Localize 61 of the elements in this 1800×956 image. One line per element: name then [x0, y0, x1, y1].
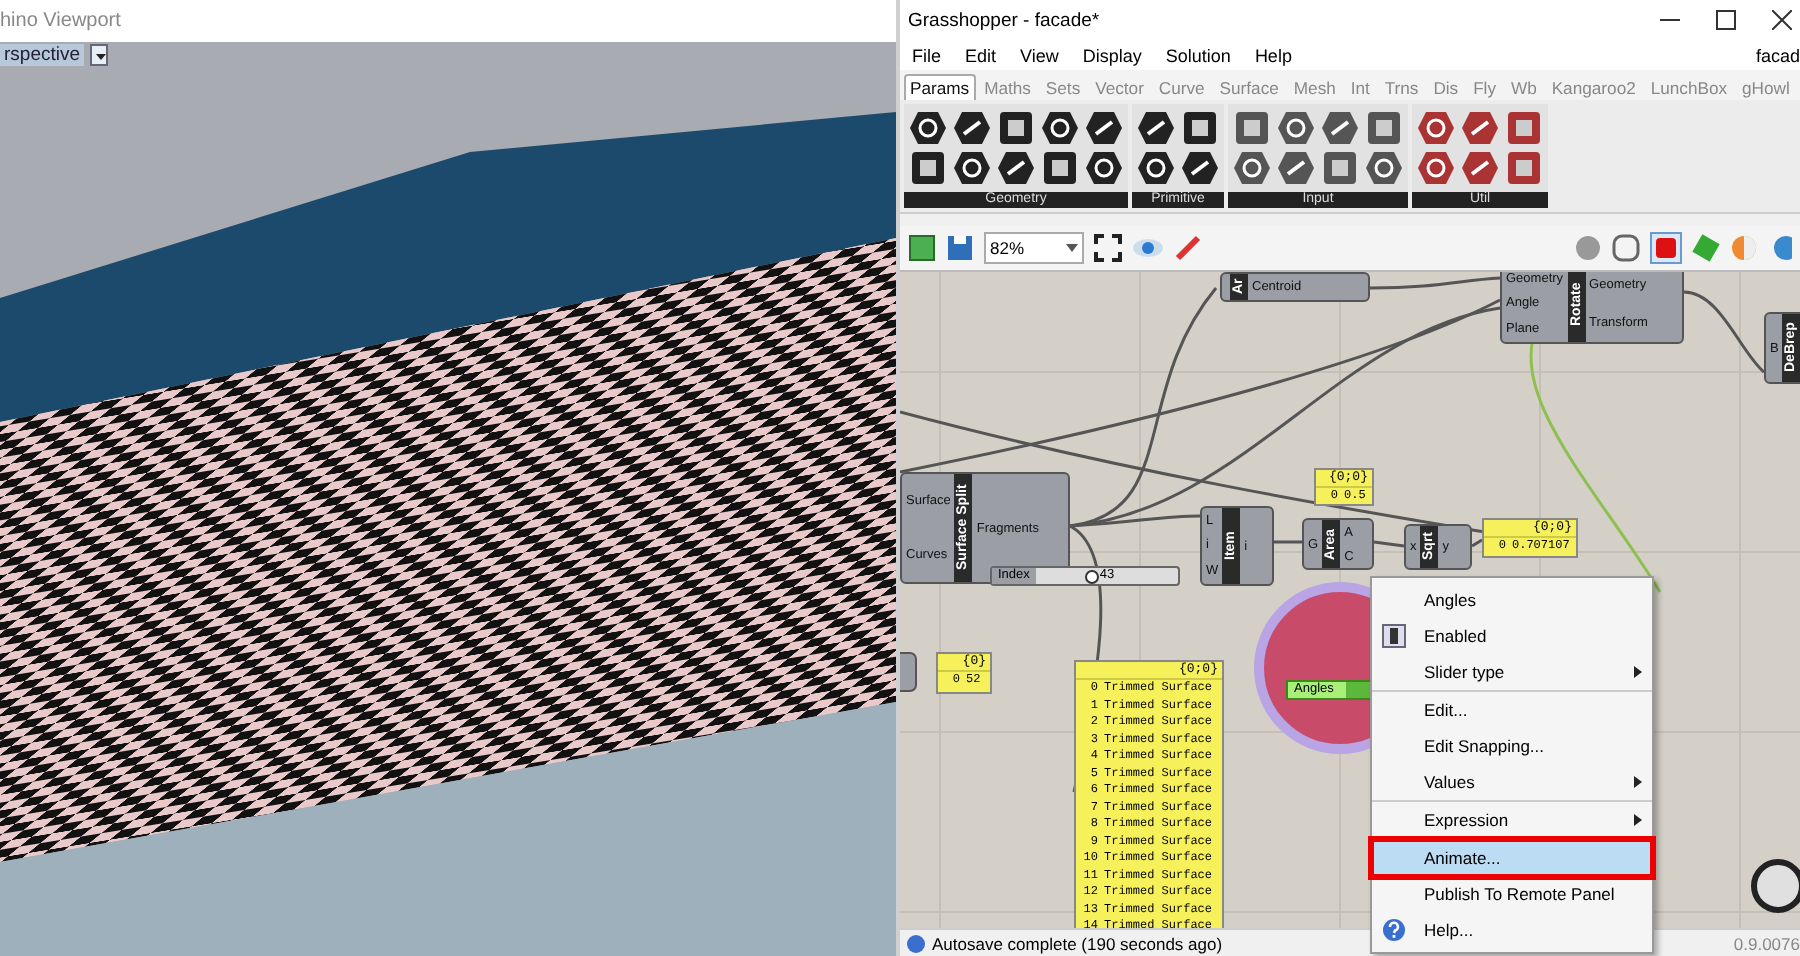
brush-icon[interactable]: [1174, 234, 1202, 262]
component-icon[interactable]: [1416, 110, 1456, 146]
sphere-icon[interactable]: [1574, 234, 1602, 262]
navigation-wheel-icon[interactable]: [1750, 858, 1800, 914]
menu-item[interactable]: Expression: [1372, 802, 1652, 838]
ribbon-tab[interactable]: Params: [904, 74, 976, 100]
component-icon[interactable]: [1136, 150, 1176, 186]
component-node: [900, 652, 918, 692]
close-icon[interactable]: [1772, 10, 1792, 30]
component-icon[interactable]: [952, 110, 992, 146]
menu-item[interactable]: Enabled: [1372, 618, 1652, 654]
help-icon: [1382, 918, 1406, 942]
shaded-icon[interactable]: [1650, 232, 1682, 264]
component-icon[interactable]: [1320, 110, 1360, 146]
menu-bar-item[interactable]: Display: [1070, 45, 1154, 65]
eye-icon[interactable]: [1132, 238, 1164, 258]
component-icon[interactable]: [1276, 150, 1316, 186]
component-icon[interactable]: [996, 110, 1036, 146]
component-icon[interactable]: [1232, 150, 1272, 186]
caret-icon[interactable]: [90, 43, 109, 65]
menu-bar-item[interactable]: Edit: [953, 45, 1009, 65]
menu-item[interactable]: Angles: [1372, 582, 1652, 618]
menu-item[interactable]: Publish To Remote Panel: [1372, 876, 1652, 912]
window-title: Grasshopper - facade*: [908, 9, 1100, 31]
menu-item[interactable]: Animate...: [1372, 840, 1652, 876]
menu-bar-item[interactable]: View: [1008, 45, 1071, 65]
component-icon[interactable]: [908, 110, 948, 146]
menu-item[interactable]: Help...: [1372, 912, 1652, 948]
viewport-title: hino Viewport: [0, 10, 121, 32]
caret-icon: [1066, 244, 1078, 252]
menu-item[interactable]: Values: [1372, 764, 1652, 800]
component-icon[interactable]: [1040, 150, 1080, 186]
zoom-field[interactable]: 82%: [984, 232, 1084, 264]
menu-bar-item[interactable]: Help: [1242, 45, 1304, 65]
component-icon[interactable]: [1084, 110, 1124, 146]
info-icon: [906, 933, 926, 953]
component-icon[interactable]: [1084, 150, 1124, 186]
save-icon[interactable]: [946, 234, 974, 262]
component-icon[interactable]: [996, 150, 1036, 186]
component-icon[interactable]: [1364, 150, 1404, 186]
component-icon[interactable]: [1180, 150, 1220, 186]
component-icon[interactable]: [1040, 110, 1080, 146]
document-icon[interactable]: [908, 234, 936, 262]
component-icon[interactable]: [908, 150, 948, 186]
component-icon[interactable]: [1276, 110, 1316, 146]
view-name[interactable]: rspective: [0, 43, 85, 65]
component-icon[interactable]: [952, 150, 992, 186]
menu-bar-item[interactable]: Solution: [1153, 45, 1243, 65]
status-message: Autosave complete (190 seconds ago): [932, 933, 1223, 953]
menu-bar-item[interactable]: File: [900, 45, 954, 65]
component-icon[interactable]: [1460, 110, 1500, 146]
component-icon[interactable]: [1460, 150, 1500, 186]
menu-item[interactable]: Edit Snapping...: [1372, 728, 1652, 764]
slider-grip[interactable]: [1085, 570, 1100, 584]
zoom-extents-icon[interactable]: [1094, 234, 1122, 262]
component-icon[interactable]: [1180, 110, 1220, 146]
document-name: facad: [1755, 45, 1800, 65]
version-label: 0.9.0076: [1733, 933, 1800, 953]
component-icon[interactable]: [1416, 150, 1456, 186]
maximize-icon[interactable]: [1716, 10, 1736, 30]
component-icon[interactable]: [1136, 110, 1176, 146]
